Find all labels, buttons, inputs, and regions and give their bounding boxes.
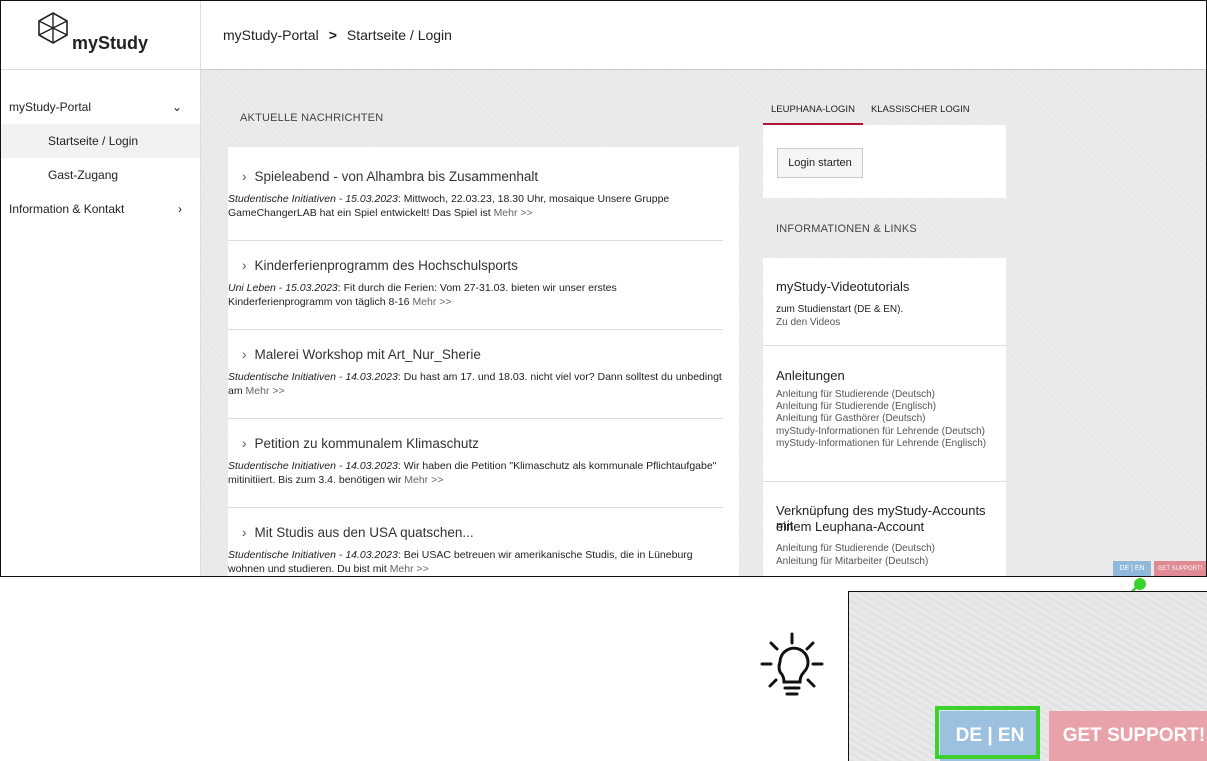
guide-link[interactable]: Anleitung für Studierende (Englisch) <box>776 401 936 412</box>
highlight-box <box>935 706 1040 759</box>
news-title-text: Malerei Workshop mit Art_Nur_Sherie <box>254 347 481 362</box>
chevron-right-icon: › <box>242 258 247 273</box>
language-toggle-button[interactable]: DE | EN <box>1113 561 1151 576</box>
news-title[interactable]: › Mit Studis aus den USA quatschen... <box>242 525 474 540</box>
guide-link[interactable]: Anleitung für Mitarbeiter (Deutsch) <box>776 556 928 567</box>
chevron-right-icon: › <box>242 436 247 451</box>
more-link[interactable]: Mehr >> <box>390 563 429 575</box>
account-link-title: einem Leuphana-Account <box>776 519 925 534</box>
divider <box>228 418 723 419</box>
news-title[interactable]: › Spieleabend - von Alhambra bis Zusammen… <box>242 169 538 184</box>
info-heading: INFORMATIONEN & LINKS <box>776 223 917 235</box>
login-panel: Login starten <box>763 125 1006 198</box>
news-source: Studentische Initiativen - 15.03.2023 <box>228 193 398 205</box>
lightbulb-icon <box>760 632 824 696</box>
main-content: AKTUELLE NACHRICHTEN › Spieleabend - von … <box>201 70 1206 576</box>
portal-screenshot: myStudy myStudy-Portal ⌄ Startseite / Lo… <box>0 0 1207 577</box>
news-body: Studentische Initiativen - 14.03.2023: D… <box>228 370 723 398</box>
news-body: Studentische Initiativen - 14.03.2023: B… <box>228 548 723 576</box>
divider <box>228 507 723 508</box>
chevron-right-icon: › <box>242 347 247 362</box>
sidebar-item-label: Information & Kontakt <box>9 202 125 216</box>
chevron-right-icon: > <box>328 27 337 43</box>
news-title[interactable]: › Petition zu kommunalem Klimaschutz <box>242 436 479 451</box>
login-start-button[interactable]: Login starten <box>777 148 863 178</box>
breadcrumb-root[interactable]: myStudy-Portal <box>223 27 319 43</box>
info-card: myStudy-Videotutorials zum Studienstart … <box>763 258 1006 576</box>
guide-link[interactable]: myStudy-Informationen für Lehrende (Engl… <box>776 438 986 449</box>
video-line: zum Studienstart (DE & EN). <box>776 304 904 315</box>
divider <box>228 329 723 330</box>
guide-link[interactable]: Anleitung für Gasthörer (Deutsch) <box>776 413 926 424</box>
sidebar-item-startseite[interactable]: Startseite / Login <box>1 124 200 158</box>
news-source: Studentische Initiativen - 14.03.2023 <box>228 460 398 472</box>
logo-text: myStudy <box>72 33 149 53</box>
chevron-down-icon: ⌄ <box>171 100 182 114</box>
sidebar-item-label: myStudy-Portal <box>9 100 92 114</box>
guides-title: Anleitungen <box>776 368 845 383</box>
more-link[interactable]: Mehr >> <box>494 207 533 219</box>
more-link[interactable]: Mehr >> <box>246 385 285 397</box>
more-link[interactable]: Mehr >> <box>412 296 451 308</box>
tab-klassischer-login[interactable]: KLASSISCHER LOGIN <box>863 97 978 125</box>
chevron-right-icon: › <box>178 202 182 216</box>
guide-link[interactable]: myStudy-Informationen für Lehrende (Deut… <box>776 426 985 437</box>
tab-leuphana-login[interactable]: LEUPHANA-LOGIN <box>763 97 863 125</box>
breadcrumb: myStudy-Portal > Startseite / Login <box>201 1 1206 70</box>
divider <box>763 345 1006 346</box>
divider <box>763 481 1006 482</box>
cube-logo-icon <box>38 12 68 44</box>
video-title: myStudy-Videotutorials <box>776 279 910 294</box>
sidebar-item-label: Startseite / Login <box>48 134 139 148</box>
news-heading: AKTUELLE NACHRICHTEN <box>240 112 384 124</box>
news-source: Studentische Initiativen - 14.03.2023 <box>228 549 398 561</box>
news-card: › Spieleabend - von Alhambra bis Zusammen… <box>228 147 739 576</box>
get-support-button[interactable]: GET SUPPORT! <box>1154 561 1206 576</box>
news-title-text: Kinderferienprogramm des Hochschulsports <box>254 258 518 273</box>
chevron-right-icon: › <box>242 169 247 184</box>
sidebar: myStudy myStudy-Portal ⌄ Startseite / Lo… <box>1 1 201 576</box>
sidebar-item-portal[interactable]: myStudy-Portal ⌄ <box>1 90 200 124</box>
login-tabs: LEUPHANA-LOGIN KLASSISCHER LOGIN <box>763 97 978 125</box>
news-title-text: Mit Studis aus den USA quatschen... <box>254 525 474 540</box>
divider <box>228 240 723 241</box>
news-title-text: Spieleabend - von Alhambra bis Zusammenh… <box>254 169 539 184</box>
news-source: Uni Leben - 15.03.2023 <box>228 282 338 294</box>
more-link[interactable]: Mehr >> <box>404 474 443 486</box>
guide-link[interactable]: Anleitung für Studierende (Deutsch) <box>776 543 935 554</box>
sidebar-item-gast-zugang[interactable]: Gast-Zugang <box>1 158 200 192</box>
logo[interactable]: myStudy <box>1 1 200 70</box>
news-body: Studentische Initiativen - 15.03.2023: M… <box>228 192 723 220</box>
sidebar-item-information[interactable]: Information & Kontakt › <box>1 192 200 226</box>
zoom-inset: DE | EN GET SUPPORT! <box>848 591 1207 761</box>
news-source: Studentische Initiativen - 14.03.2023 <box>228 371 398 383</box>
news-title-text: Petition zu kommunalem Klimaschutz <box>254 436 479 451</box>
sidebar-item-label: Gast-Zugang <box>48 168 119 182</box>
news-title[interactable]: › Kinderferienprogramm des Hochschulsport… <box>242 258 518 273</box>
news-title[interactable]: › Malerei Workshop mit Art_Nur_Sherie <box>242 347 481 362</box>
video-link[interactable]: Zu den Videos <box>776 317 840 328</box>
news-body: Studentische Initiativen - 14.03.2023: W… <box>228 459 723 487</box>
breadcrumb-current: Startseite / Login <box>346 27 452 43</box>
news-body: Uni Leben - 15.03.2023: Fit durch die Fe… <box>228 281 723 309</box>
get-support-button-zoomed[interactable]: GET SUPPORT! <box>1049 711 1207 761</box>
guide-link[interactable]: Anleitung für Studierende (Deutsch) <box>776 389 935 400</box>
chevron-right-icon: › <box>242 525 247 540</box>
